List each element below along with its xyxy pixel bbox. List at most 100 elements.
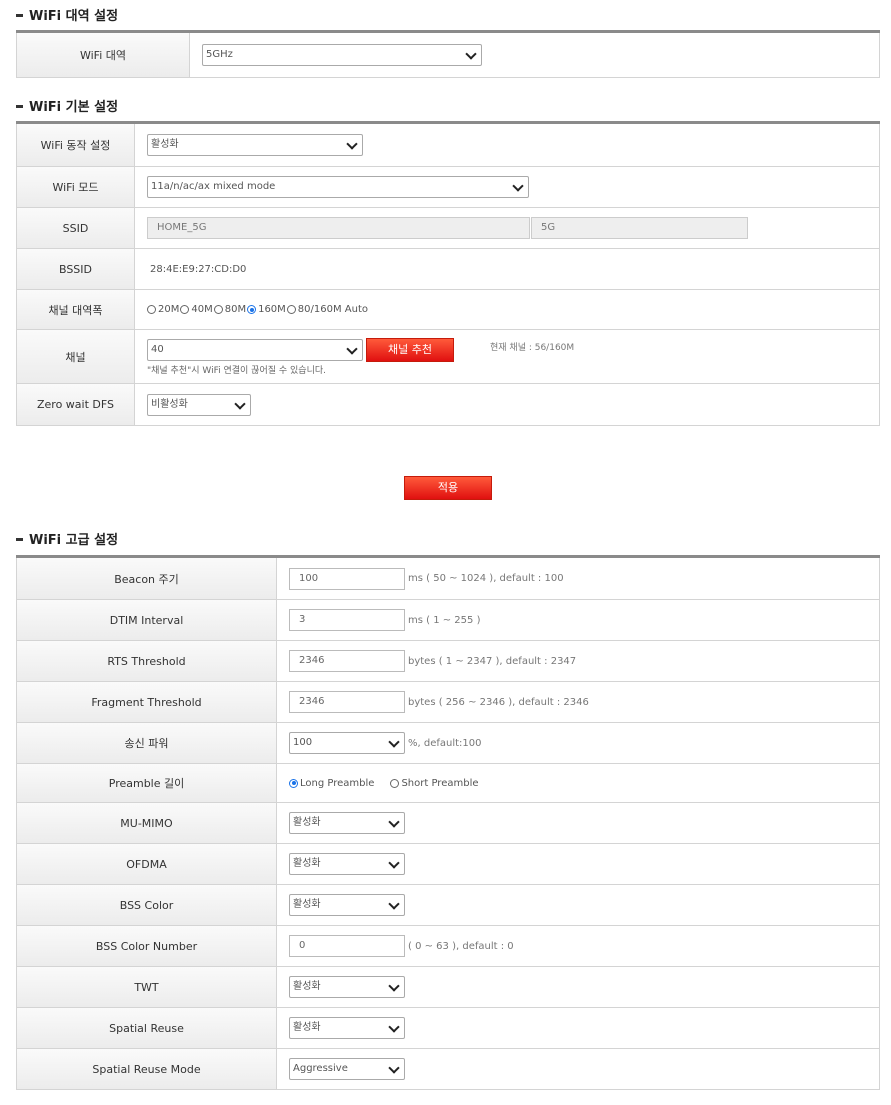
advanced-table: Beacon 주기 100 ms ( 50 ~ 1024 ), default … (16, 555, 880, 1090)
chevron-down-icon (388, 980, 400, 992)
bandwidth-radio-40m[interactable] (180, 305, 190, 314)
section-title-band: WiFi 대역 설정 (16, 5, 118, 24)
section-title-basic: WiFi 기본 설정 (16, 96, 118, 115)
section-dash-icon (16, 14, 23, 17)
chevron-down-icon (388, 898, 400, 910)
bandwidth-radio-20m[interactable] (147, 305, 156, 314)
chevron-down-icon (388, 736, 400, 748)
bsscolor-label: BSS Color (17, 885, 277, 925)
beacon-hint: ms ( 50 ~ 1024 ), default : 100 (408, 573, 564, 584)
bandwidth-option-label: 80/160M Auto (297, 304, 369, 315)
fragment-row: Fragment Threshold 2346 bytes ( 256 ~ 23… (16, 682, 880, 723)
rts-hint: bytes ( 1 ~ 2347 ), default : 2347 (408, 655, 577, 667)
bsscolor-row: BSS Color 활성화 (16, 885, 880, 926)
zero-wait-select[interactable]: 비활성화 (147, 393, 251, 416)
dtim-value-cell: 3 ms ( 1 ~ 255 ) (277, 600, 879, 640)
fragment-hint: bytes ( 256 ~ 2346 ), default : 2346 (408, 696, 589, 708)
spatial-reuse-mode-select-value: Aggressive (293, 1063, 348, 1074)
mode-value-cell: 11a/n/ac/ax mixed mode (135, 167, 879, 207)
ssid-label: SSID (17, 208, 135, 248)
spatial-reuse-select[interactable]: 활성화 (289, 1017, 405, 1039)
bsscolornum-input[interactable]: 0 (289, 935, 405, 957)
preamble-short-label: Short Preamble (401, 777, 479, 789)
power-select[interactable]: 100 (289, 732, 405, 754)
channel-controls: 40 채널 추천 현재 채널 : 56/160M (147, 338, 879, 362)
channel-recommend-button[interactable]: 채널 추천 (366, 338, 454, 362)
chevron-down-icon (234, 397, 246, 410)
spatial-reuse-mode-value-cell: Aggressive (277, 1049, 879, 1089)
channel-select[interactable]: 40 (147, 339, 363, 361)
section-dash-icon (16, 538, 23, 541)
channel-select-value: 40 (151, 344, 164, 355)
preamble-long-radio[interactable] (289, 778, 298, 788)
rts-input[interactable]: 2346 (289, 650, 405, 672)
preamble-long-label: Long Preamble (300, 777, 375, 789)
bandwidth-row: 채널 대역폭 20M 40M 80M 160M 80/160M Auto (16, 290, 880, 330)
chevron-down-icon (388, 857, 400, 869)
section-title-text: WiFi 대역 설정 (29, 9, 119, 24)
apply-button[interactable]: 적용 (404, 476, 492, 500)
spatial-reuse-mode-label: Spatial Reuse Mode (17, 1049, 277, 1089)
rts-value-cell: 2346 bytes ( 1 ~ 2347 ), default : 2347 (277, 641, 879, 681)
mode-label: WiFi 모드 (17, 167, 135, 207)
fragment-input[interactable]: 2346 (289, 691, 405, 713)
spatial-reuse-mode-select[interactable]: Aggressive (289, 1058, 405, 1080)
preamble-radio-group: Long Preamble Short Preamble (277, 764, 879, 802)
bsscolornum-row: BSS Color Number 0 ( 0 ~ 63 ), default :… (16, 926, 880, 967)
bsscolor-select[interactable]: 활성화 (289, 894, 405, 916)
beacon-row: Beacon 주기 100 ms ( 50 ~ 1024 ), default … (16, 558, 880, 600)
mode-select[interactable]: 11a/n/ac/ax mixed mode (147, 176, 529, 198)
ssid-input[interactable]: HOME_5G (147, 217, 530, 239)
channel-label: 채널 (17, 330, 135, 383)
band-label: WiFi 대역 (17, 33, 190, 77)
band-table: WiFi 대역 5GHz (16, 30, 880, 78)
preamble-short-radio[interactable] (390, 778, 400, 788)
power-select-value: 100 (293, 737, 313, 748)
operation-label: WiFi 동작 설정 (17, 124, 135, 166)
bssid-value: 28:4E:E9:27:CD:D0 (150, 263, 247, 275)
fragment-value-cell: 2346 bytes ( 256 ~ 2346 ), default : 234… (277, 682, 879, 722)
twt-select[interactable]: 활성화 (289, 976, 405, 998)
dtim-input[interactable]: 3 (289, 609, 405, 631)
current-channel-text: 현재 채널 : 56/160M (490, 342, 575, 353)
band-select[interactable]: 5GHz (202, 44, 482, 66)
bandwidth-label: 채널 대역폭 (17, 290, 135, 329)
power-hint: %, default:100 (408, 737, 482, 749)
bandwidth-radio-80-160m-auto[interactable] (286, 305, 296, 314)
spatial-reuse-mode-row: Spatial Reuse Mode Aggressive (16, 1049, 880, 1090)
chevron-down-icon (346, 138, 358, 150)
operation-select[interactable]: 활성화 (147, 134, 363, 156)
twt-label: TWT (17, 967, 277, 1007)
bandwidth-option-label: 20M (158, 304, 180, 315)
band-row: WiFi 대역 5GHz (16, 33, 880, 78)
ofdma-select[interactable]: 활성화 (289, 853, 405, 875)
band-select-value: 5GHz (206, 49, 233, 60)
bsscolornum-label: BSS Color Number (17, 926, 277, 966)
ssid-value-cell: HOME_5G 5G (135, 208, 879, 248)
beacon-input[interactable]: 100 (289, 567, 405, 590)
mumimo-select-value: 활성화 (293, 817, 321, 828)
power-value-cell: 100 %, default:100 (277, 723, 879, 763)
bandwidth-radio-80m[interactable] (213, 305, 223, 314)
twt-row: TWT 활성화 (16, 967, 880, 1008)
power-label: 송신 파워 (17, 723, 277, 763)
spatial-reuse-select-value: 활성화 (293, 1022, 321, 1033)
beacon-value-cell: 100 ms ( 50 ~ 1024 ), default : 100 (277, 558, 879, 599)
ssid-suffix-field: 5G (531, 217, 748, 239)
section-title-text: WiFi 고급 설정 (29, 533, 119, 548)
bandwidth-option-label: 160M (258, 304, 286, 315)
twt-select-value: 활성화 (293, 981, 321, 992)
ssid-row: SSID HOME_5G 5G (16, 208, 880, 249)
chevron-down-icon (465, 48, 477, 60)
section-title-text: WiFi 기본 설정 (29, 100, 119, 115)
channel-row: 채널 40 채널 추천 현재 채널 : 56/160M "채널 추천"시 WiF… (16, 330, 880, 384)
bandwidth-option-label: 40M (191, 304, 213, 315)
mumimo-select[interactable]: 활성화 (289, 812, 405, 834)
mode-row: WiFi 모드 11a/n/ac/ax mixed mode (16, 167, 880, 208)
channel-note: "채널 추천"시 WiFi 연결이 끊어질 수 있습니다. (147, 366, 327, 376)
bandwidth-radio-160m[interactable] (247, 305, 257, 314)
chevron-down-icon (512, 180, 524, 192)
dtim-hint: ms ( 1 ~ 255 ) (408, 614, 481, 626)
spatial-reuse-value-cell: 활성화 (277, 1008, 879, 1048)
bssid-label: BSSID (17, 249, 135, 289)
